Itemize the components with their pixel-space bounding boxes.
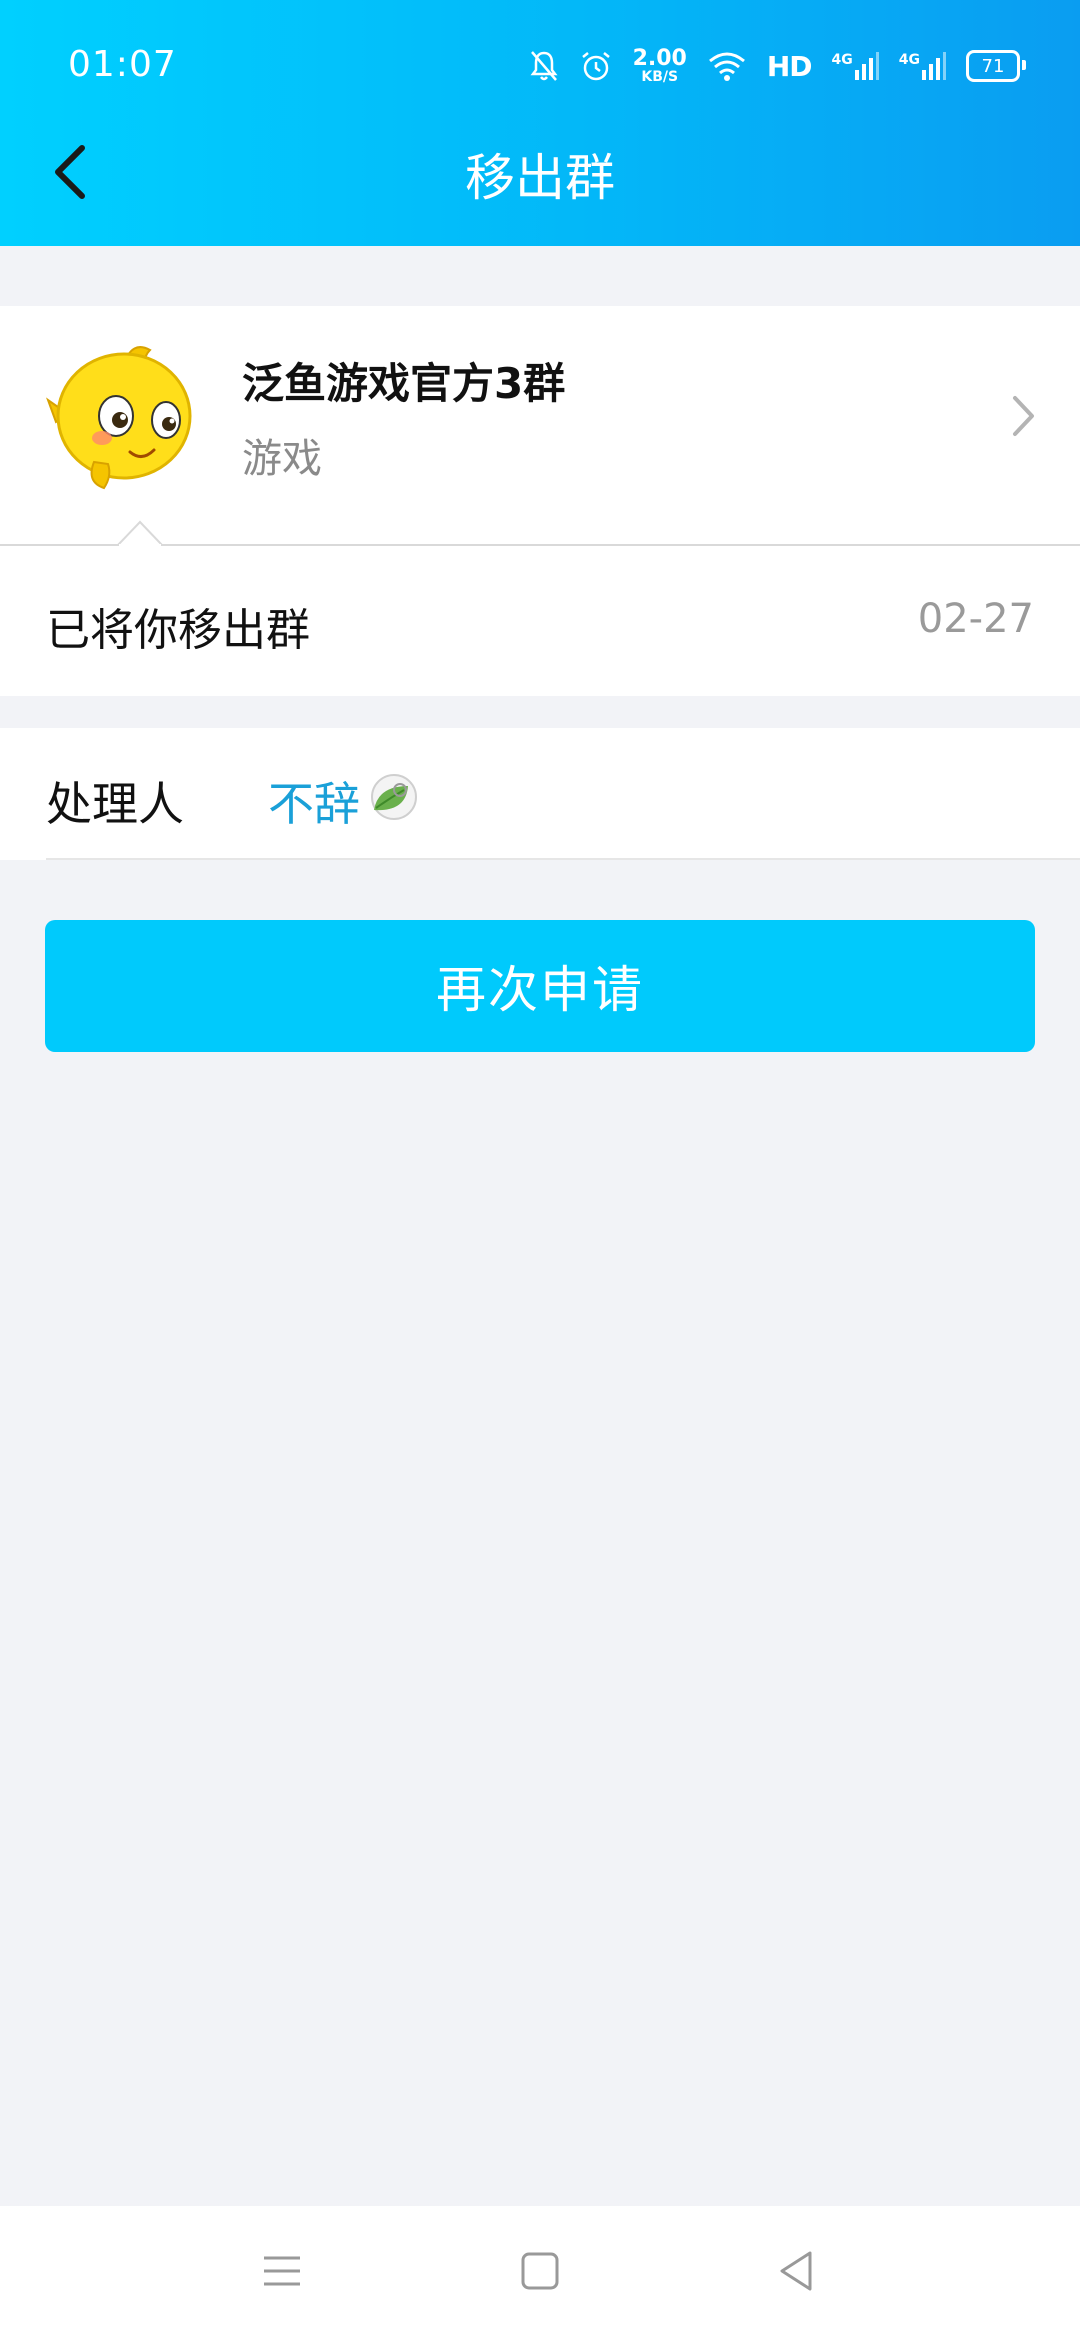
system-nav-bar [0,2206,1080,2340]
status-icons: 2.00 KB/S HD 4G 4G 71 [529,44,1026,88]
signal-icon-2: 4G [899,52,946,80]
page-title: 移出群 [465,149,615,207]
signal-label-1: 4G [831,52,853,68]
group-category: 游戏 [242,436,322,482]
net-speed-value: 2.00 [632,46,687,71]
group-avatar-icon [46,346,192,490]
message-date: 02-27 [917,596,1034,642]
reapply-button[interactable]: 再次申请 [45,920,1035,1052]
nav-back-button[interactable] [756,2236,836,2306]
status-time: 01:07 [68,44,177,85]
leaf-icon [371,774,417,820]
menu-icon [264,2256,300,2286]
handler-row: 处理人 不辞 [0,728,1080,860]
chevron-right-icon [1013,396,1034,436]
alarm-icon [579,49,613,83]
signal-icon: 4G [832,52,879,80]
card-divider [0,520,1080,546]
net-speed: 2.00 KB/S [632,46,687,85]
handler-divider [46,858,1080,860]
hd-icon: HD [766,49,813,83]
handler-label: 处理人 [46,777,184,831]
group-name: 泛鱼游戏官方3群 [242,359,566,408]
menu-button[interactable] [242,2236,322,2306]
handler-name-link[interactable]: 不辞 [268,768,360,834]
mute-bell-icon [529,49,559,83]
battery-level: 71 [981,55,1005,77]
net-speed-unit: KB/S [641,69,679,85]
group-card[interactable]: 泛鱼游戏官方3群 游戏 [0,306,1080,544]
wifi-icon [707,50,747,82]
message-text: 已将你移出群 [46,605,310,656]
message-row: 已将你移出群 02-27 [0,546,1080,696]
battery-icon: 71 [966,50,1026,82]
home-icon [521,2252,559,2290]
header-bar: 01:07 2.00 KB/S HD 4G 4G 71 移出群 [0,0,1080,246]
signal-label-2: 4G [898,52,920,68]
home-button[interactable] [500,2236,580,2306]
back-icon [780,2251,812,2291]
